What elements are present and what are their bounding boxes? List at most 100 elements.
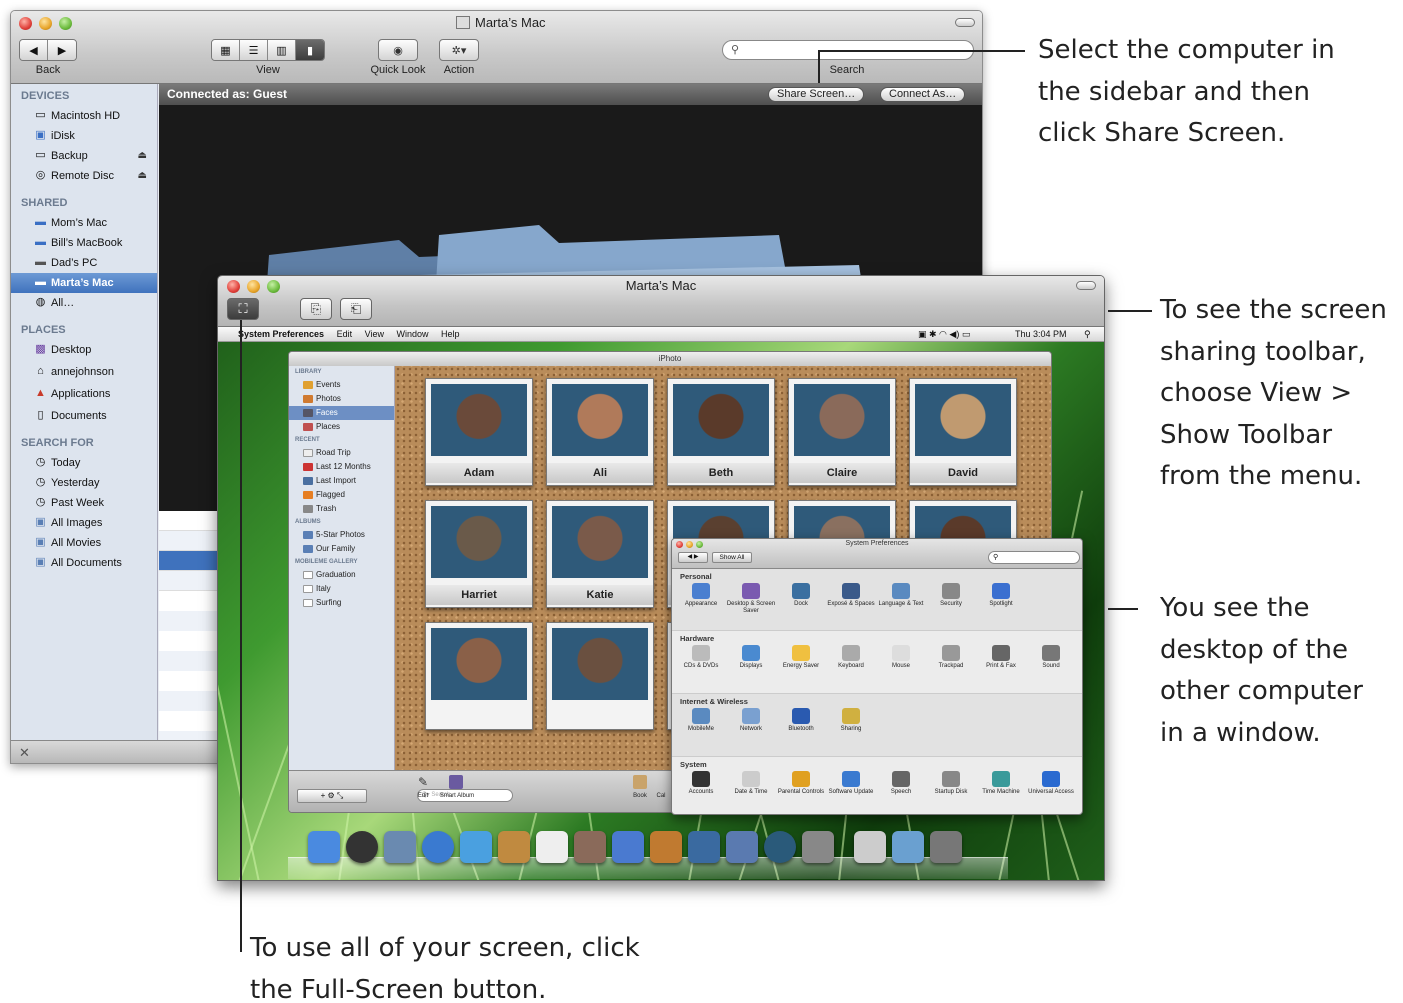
ical-icon[interactable] (536, 831, 568, 863)
system-preferences-icon[interactable] (802, 831, 834, 863)
icon-view-icon[interactable]: ▦ (212, 40, 240, 60)
minimize-button[interactable] (39, 17, 52, 30)
sysprefs-search-field[interactable]: ⚲ (988, 551, 1080, 564)
list-view-icon[interactable]: ☰ (240, 40, 268, 60)
iphoto-item-surfing[interactable]: Surfing (289, 596, 394, 610)
pref-pane[interactable]: Software Update (826, 771, 876, 796)
back-arrow-icon[interactable]: ◀ (20, 40, 48, 60)
pref-pane[interactable]: Speech (876, 771, 926, 796)
face-card[interactable]: David (909, 378, 1017, 486)
pref-pane[interactable]: Dock (776, 583, 826, 608)
view-control[interactable]: ▦ ☰ ▥ ▮ (211, 39, 325, 61)
iphoto-icon[interactable] (650, 831, 682, 863)
toolbar-toggle-button[interactable] (955, 18, 975, 27)
toolbar-toggle-button[interactable] (1076, 281, 1096, 290)
trash-icon[interactable] (930, 831, 962, 863)
sidebar-item-dads-pc[interactable]: ▬ Dad’s PC (11, 253, 157, 273)
preview-icon[interactable] (574, 831, 606, 863)
sidebar-item-remote-disc[interactable]: ◎ Remote Disc ⏏ (11, 166, 157, 186)
mail-icon[interactable] (384, 831, 416, 863)
iphoto-item-places[interactable]: Places (289, 420, 394, 434)
time-machine-icon[interactable] (764, 831, 796, 863)
sidebar-item-moms-mac[interactable]: ▬ Mom’s Mac (11, 213, 157, 233)
iphoto-item-last-12-months[interactable]: Last 12 Months (289, 460, 394, 474)
sidebar-item-backup[interactable]: ▭ Backup ⏏ (11, 146, 157, 166)
coverflow-view-icon[interactable]: ▮ (296, 40, 324, 60)
finder-icon[interactable] (308, 831, 340, 863)
pref-pane[interactable]: Language & Text (876, 583, 926, 608)
iphoto-item-our-family[interactable]: Our Family (289, 542, 394, 556)
sidebar-item-all-documents[interactable]: ▣ All Documents (11, 553, 157, 573)
documents-stack-icon[interactable] (854, 831, 886, 863)
dvd-player-icon[interactable] (688, 831, 720, 863)
pref-pane[interactable]: Bluetooth (776, 708, 826, 733)
sidebar-item-bills-macbook[interactable]: ▬ Bill’s MacBook (11, 233, 157, 253)
action-button[interactable]: ✲▾ (439, 39, 479, 61)
pref-pane[interactable]: Spotlight (976, 583, 1026, 608)
menu-clock[interactable]: Thu 3:04 PM (1015, 327, 1067, 342)
menu-view[interactable]: View (365, 329, 384, 339)
menu-edit[interactable]: Edit (337, 329, 353, 339)
menu-extras-icons[interactable]: ▣ ✱ ◠ ◀) ▭ (918, 327, 970, 342)
iphoto-item-last-import[interactable]: Last Import (289, 474, 394, 488)
close-button[interactable] (19, 17, 32, 30)
add-album-button[interactable]: + ⚙ ⤡ (297, 789, 367, 803)
back-forward-control[interactable]: ◀ ▶ (678, 552, 708, 563)
itunes-icon[interactable] (612, 831, 644, 863)
face-card[interactable]: Katie (546, 500, 654, 608)
sidebar-item-macintosh-hd[interactable]: ▭ Macintosh HD (11, 106, 157, 126)
quicklook-button[interactable]: ◉ (378, 39, 418, 61)
pref-pane[interactable]: Sound (1026, 645, 1076, 670)
pref-pane[interactable]: Accounts (676, 771, 726, 796)
pref-pane[interactable]: Desktop & Screen Saver (726, 583, 776, 615)
iphoto-item-graduation[interactable]: Graduation (289, 568, 394, 582)
ichat-icon[interactable] (460, 831, 492, 863)
iphoto-item-faces[interactable]: Faces (289, 406, 394, 420)
iphoto-item-road-trip[interactable]: Road Trip (289, 446, 394, 460)
address-book-icon[interactable] (498, 831, 530, 863)
menu-help[interactable]: Help (441, 329, 460, 339)
menu-window[interactable]: Window (396, 329, 428, 339)
iphoto-item-trash[interactable]: Trash (289, 502, 394, 516)
sidebar-item-all[interactable]: ◍ All… (11, 293, 157, 313)
pref-pane[interactable]: Network (726, 708, 776, 733)
sidebar-item-today[interactable]: ◷ Today (11, 453, 157, 473)
face-card[interactable]: Claire (788, 378, 896, 486)
pref-pane[interactable]: Mouse (876, 645, 926, 670)
pref-pane[interactable]: Date & Time (726, 771, 776, 796)
zoom-button[interactable] (59, 17, 72, 30)
sidebar-item-desktop[interactable]: ▩ Desktop (11, 340, 157, 362)
sidebar-item-applications[interactable]: ▲ Applications (11, 384, 157, 406)
dashboard-icon[interactable] (346, 831, 378, 863)
remote-desktop[interactable]: System Preferences Edit View Window Help… (218, 327, 1104, 880)
pref-pane[interactable]: Exposé & Spaces (826, 583, 876, 608)
pref-pane[interactable]: Universal Access (1026, 771, 1076, 796)
face-card[interactable]: Ali (546, 378, 654, 486)
iphoto-item-5-star[interactable]: 5-Star Photos (289, 528, 394, 542)
sidebar-item-idisk[interactable]: ▣ iDisk (11, 126, 157, 146)
sidebar-item-documents[interactable]: ▯ Documents (11, 406, 157, 428)
forward-arrow-icon[interactable]: ▶ (48, 40, 76, 60)
iphoto-item-events[interactable]: Events (289, 378, 394, 392)
sidebar-item-past-week[interactable]: ◷ Past Week (11, 493, 157, 513)
pref-pane[interactable]: Parental Controls (776, 771, 826, 796)
get-clipboard-button[interactable]: ⎗ (340, 298, 372, 320)
iphoto-item-flagged[interactable]: Flagged (289, 488, 394, 502)
face-card[interactable]: Adam (425, 378, 533, 486)
eject-icon[interactable]: ⏏ (138, 146, 147, 166)
pref-pane[interactable]: Energy Saver (776, 645, 826, 670)
pref-pane[interactable]: Time Machine (976, 771, 1026, 796)
face-card[interactable]: Beth (667, 378, 775, 486)
edit-pencil-icon[interactable]: ✎ (413, 775, 433, 789)
sidebar-item-martas-mac[interactable]: ▬ Marta’s Mac (11, 273, 157, 293)
back-forward-control[interactable]: ◀ ▶ (19, 39, 77, 61)
pref-pane[interactable]: MobileMe (676, 708, 726, 733)
pref-pane[interactable]: Keyboard (826, 645, 876, 670)
pref-pane[interactable]: Appearance (676, 583, 726, 608)
pref-pane[interactable]: Trackpad (926, 645, 976, 670)
eject-icon[interactable]: ⏏ (138, 166, 147, 186)
face-card[interactable] (546, 622, 654, 730)
pref-pane[interactable]: CDs & DVDs (676, 645, 726, 670)
face-card[interactable]: Harriet (425, 500, 533, 608)
face-card[interactable] (425, 622, 533, 730)
